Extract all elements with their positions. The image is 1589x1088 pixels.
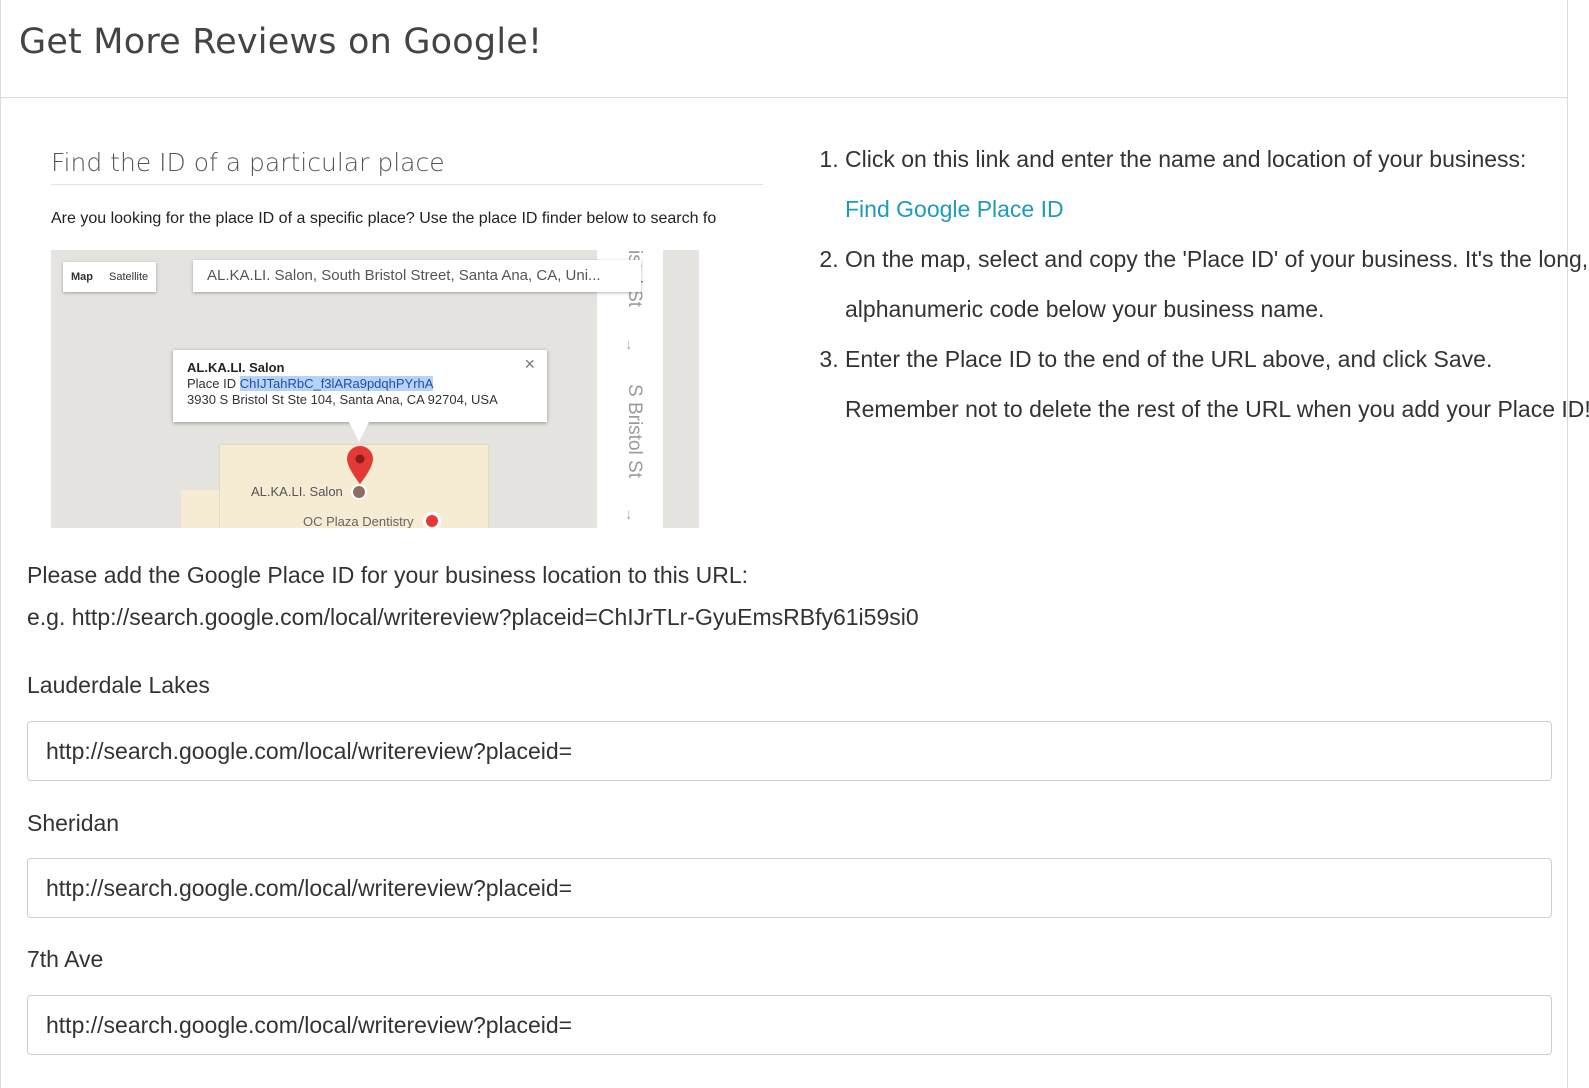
poi-label: AL.KA.LI. Salon (251, 484, 343, 499)
street-label-main: S Bristol St (624, 384, 645, 478)
instruction-step-3: Enter the Place ID to the end of the URL… (845, 334, 1589, 434)
info-place-id: Place ID ChIJTahRbC_f3lARa9pdqhPYrhA (187, 376, 533, 392)
map-pin-icon (347, 446, 373, 484)
find-place-id-link[interactable]: Find Google Place ID (845, 184, 1589, 234)
info-address: 3930 S Bristol St Ste 104, Santa Ana, CA… (187, 392, 498, 407)
help-example-url: e.g. http://search.google.com/local/writ… (27, 604, 919, 630)
poi-marker-icon (351, 484, 367, 500)
map-image: istol St ↓ S Bristol St ↓ Map Satellite … (51, 250, 699, 528)
reviews-panel: Get More Reviews on Google! Find the ID … (0, 0, 1589, 1088)
instruction-step-1-text: Click on this link and enter the name an… (845, 146, 1527, 172)
screenshot-heading: Find the ID of a particular place (51, 148, 445, 177)
arrow-down-icon: ↓ (625, 506, 633, 523)
instructions-list: Click on this link and enter the name an… (811, 134, 1589, 434)
poi-label-secondary: OC Plaza Dentistry (303, 514, 414, 528)
map-type-map: Map (71, 271, 93, 283)
review-url-input-7th-ave[interactable] (27, 995, 1552, 1055)
map-building (181, 490, 221, 528)
place-id-finder-screenshot: Find the ID of a particular place Are yo… (49, 130, 769, 528)
instruction-step-1: Click on this link and enter the name an… (845, 134, 1589, 234)
instruction-step-2: On the map, select and copy the 'Place I… (845, 234, 1589, 334)
location-label-sheridan: Sheridan (27, 810, 120, 836)
info-place-id-value: ChIJTahRbC_f3lARa9pdqhPYrhA (239, 376, 434, 391)
map-type-satellite: Satellite (109, 271, 149, 283)
map-search-box: AL.KA.LI. Salon, South Bristol Street, S… (193, 260, 641, 292)
poi-marker-icon (423, 512, 441, 528)
review-url-input-sheridan[interactable] (27, 858, 1552, 918)
map-type-toggle: Map Satellite (63, 262, 157, 292)
map-info-window: × AL.KA.LI. Salon Place ID ChIJTahRbC_f3… (173, 350, 547, 422)
review-url-input-lauderdale-lakes[interactable] (27, 721, 1552, 781)
panel-header: Get More Reviews on Google! (1, 0, 1567, 98)
page-title: Get More Reviews on Google! (19, 22, 543, 62)
help-text: Please add the Google Place ID for your … (27, 562, 749, 588)
map-block (663, 250, 699, 528)
screenshot-divider (51, 184, 763, 185)
info-place-name: AL.KA.LI. Salon (187, 360, 285, 375)
location-label-lauderdale-lakes: Lauderdale Lakes (27, 672, 210, 698)
info-window-tail (349, 422, 369, 442)
location-label-7th-ave: 7th Ave (27, 946, 104, 972)
screenshot-description: Are you looking for the place ID of a sp… (51, 210, 717, 227)
info-place-id-label: Place ID (187, 376, 237, 391)
close-icon: × (524, 354, 535, 374)
arrow-down-icon: ↓ (625, 336, 633, 353)
